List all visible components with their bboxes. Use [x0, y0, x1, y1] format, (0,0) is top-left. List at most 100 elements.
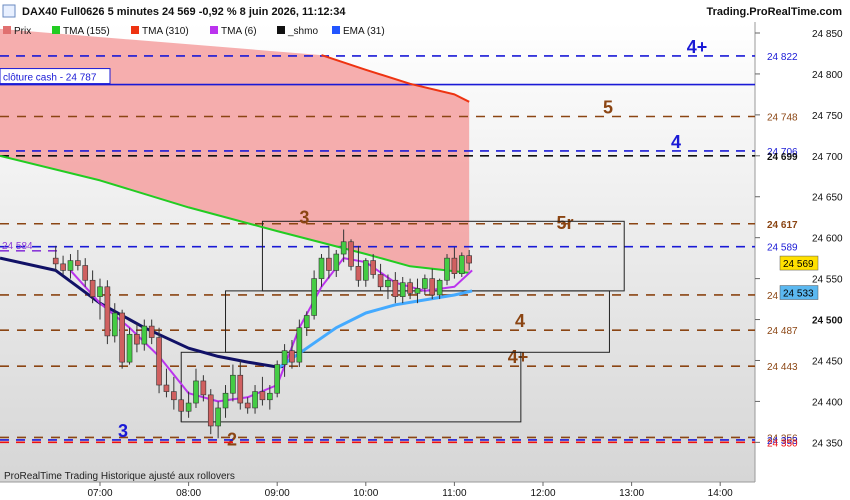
candle-body	[200, 380, 207, 396]
candle-body	[141, 325, 148, 345]
candle-body	[178, 399, 185, 412]
level-value-5: 24 617	[767, 220, 798, 231]
x-tick-label: 11:00	[442, 488, 467, 499]
candle-body	[311, 278, 317, 316]
price-tag-label-0: 24 569	[783, 259, 814, 270]
level-tag-2: 5	[603, 98, 613, 118]
candle-body	[119, 312, 125, 363]
candle-body	[193, 380, 199, 404]
candle-body	[303, 315, 310, 329]
candle-body	[362, 260, 369, 281]
candle-body	[67, 260, 74, 271]
candle-body	[252, 391, 258, 409]
candle-body	[429, 278, 436, 296]
y-tick-label: 24 800	[812, 70, 843, 81]
candle[interactable]	[348, 239, 354, 271]
candle-body	[355, 266, 362, 281]
candle-body	[466, 255, 472, 264]
candle-body	[111, 312, 118, 337]
site-brand[interactable]: Trading.ProRealTime.com	[706, 6, 842, 18]
legend-label-3[interactable]: TMA (6)	[221, 26, 257, 37]
level-tag-9: 4	[515, 311, 525, 331]
y-tick-label: 24 700	[812, 152, 843, 163]
footer-note: ProRealTime Trading Historique ajusté au…	[4, 471, 235, 482]
candle-body	[377, 274, 384, 288]
candle-body	[326, 257, 332, 271]
candle-body	[289, 350, 295, 363]
y-tick-label: 24 600	[812, 234, 843, 245]
candle-body	[318, 257, 325, 279]
y-tick-label: 24 400	[812, 397, 843, 408]
candle[interactable]	[458, 252, 465, 277]
candle[interactable]	[104, 280, 111, 345]
candle-body	[171, 391, 177, 401]
candle-body	[458, 255, 465, 274]
candle-body	[414, 288, 421, 294]
legend-label-1[interactable]: TMA (155)	[63, 26, 110, 37]
candle[interactable]	[156, 327, 162, 394]
candle-body	[60, 263, 66, 271]
candle-body	[274, 364, 281, 394]
candle-body	[385, 279, 391, 288]
level-tag-3: 4	[671, 132, 681, 152]
candle-body	[148, 325, 155, 338]
level-value-4: 24 699	[767, 152, 798, 163]
candle[interactable]	[119, 309, 125, 369]
candle-body	[134, 333, 140, 345]
candle-body	[207, 394, 214, 427]
candle-body	[222, 392, 229, 409]
candle-body	[259, 391, 266, 401]
level-value-red: 24 350	[767, 438, 798, 449]
legend-label-2[interactable]: TMA (310)	[142, 26, 189, 37]
candle-body	[281, 350, 288, 365]
level-value-0: 24 822	[767, 52, 798, 63]
candle-body	[348, 241, 354, 267]
x-tick-label: 07:00	[87, 488, 112, 499]
candle-body	[230, 374, 236, 394]
y-tick-label: 24 450	[812, 356, 843, 367]
price-tag-label-1: 24 533	[783, 289, 814, 300]
y-tick-label: 24 650	[812, 193, 843, 204]
candle-body	[75, 260, 81, 266]
y-tick-label: 24 500	[812, 316, 843, 327]
legend-swatch-1	[52, 26, 60, 34]
candle-body	[82, 265, 89, 281]
level-tag-10: 4+	[508, 347, 529, 367]
level-value-2: 24 748	[767, 113, 798, 124]
level-value-9: 24 487	[767, 326, 798, 337]
level-value-10: 24 443	[767, 362, 798, 373]
legend-swatch-5	[332, 26, 340, 34]
level-value-7: 24 584	[2, 241, 33, 252]
legend-swatch-0	[3, 26, 11, 34]
candle-body	[104, 286, 111, 337]
candle-body	[126, 333, 133, 363]
candle-body	[340, 241, 347, 255]
candle-body	[370, 260, 376, 275]
candle-body	[215, 407, 221, 427]
header-icon[interactable]	[2, 4, 16, 18]
candle-body	[407, 282, 413, 294]
legend-swatch-3	[210, 26, 218, 34]
legend-label-5[interactable]: EMA (31)	[343, 26, 385, 37]
candle-body	[399, 282, 406, 297]
candle-body	[156, 337, 162, 386]
candle[interactable]	[444, 254, 450, 286]
candle-body	[89, 279, 96, 297]
level-tag-5: 5r	[556, 213, 573, 233]
y-tick-label: 24 750	[812, 111, 843, 122]
legend-swatch-4	[277, 26, 285, 34]
candle-body	[333, 253, 340, 271]
candle-body	[185, 402, 192, 412]
trading-chart[interactable]: 24 8224+24 748524 706424 69924 6175r24 5…	[0, 0, 850, 500]
legend-label-0[interactable]: Prix	[14, 26, 31, 37]
legend-label-4[interactable]: _shmo	[287, 26, 318, 37]
candle-body	[451, 257, 458, 274]
candle-body	[436, 279, 443, 296]
x-tick-label: 09:00	[265, 488, 290, 499]
candle[interactable]	[274, 360, 281, 398]
candle-body	[392, 279, 399, 297]
x-tick-label: 14:00	[708, 488, 733, 499]
legend-swatch-2	[131, 26, 139, 34]
zone-label-3: 3	[299, 207, 309, 227]
y-tick-label: 24 550	[812, 275, 843, 286]
